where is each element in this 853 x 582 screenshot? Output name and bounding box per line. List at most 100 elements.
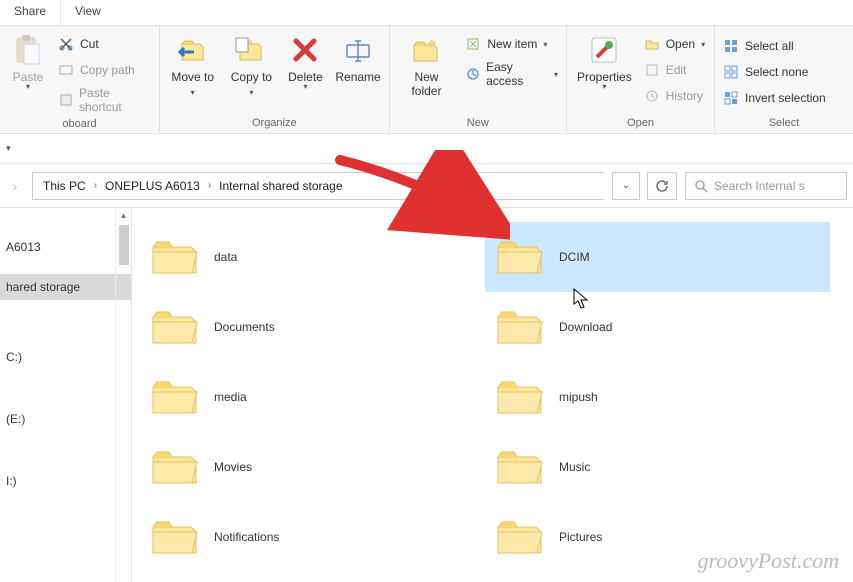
folder-item[interactable]: Download: [485, 292, 830, 362]
folder-label: data: [214, 250, 237, 264]
folder-icon: [495, 305, 545, 350]
copy-to-button[interactable]: Copy to ▾: [223, 28, 279, 102]
easy-access-button[interactable]: Easy access ▾: [461, 58, 562, 90]
scrollbar-thumb[interactable]: [119, 225, 129, 265]
cut-button[interactable]: Cut: [54, 32, 155, 56]
sidebar-item-storage[interactable]: hared storage: [0, 274, 131, 300]
tab-view[interactable]: View: [60, 0, 115, 25]
edit-button: Edit: [640, 58, 709, 82]
delete-button[interactable]: Delete ▾: [281, 28, 329, 93]
ribbon-group-clipboard: Paste ▾ Cut Copy path Paste shortcut obo…: [0, 26, 160, 133]
address-bar-row: › This PC› ONEPLUS A6013› Internal share…: [0, 164, 853, 208]
folder-item[interactable]: data: [140, 222, 485, 292]
crumb-this-pc[interactable]: This PC: [37, 173, 92, 199]
search-icon: [694, 179, 708, 193]
sidebar-item-drive-c[interactable]: C:): [0, 344, 131, 370]
folder-label: media: [214, 390, 247, 404]
folder-icon: [495, 515, 545, 560]
address-dropdown[interactable]: ⌄: [612, 172, 640, 200]
watermark: groovyPost.com: [697, 548, 839, 574]
folder-item[interactable]: DCIM: [485, 222, 830, 292]
nav-sidebar: A6013 hared storage C:) (E:) I:) ▴: [0, 208, 132, 582]
refresh-icon: [655, 179, 669, 193]
rename-button[interactable]: Rename: [331, 28, 384, 86]
ribbon-group-open: Properties ▾ Open ▾ Edit History Op: [567, 26, 715, 133]
sidebar-item-drive-i[interactable]: I:): [0, 468, 131, 494]
crumb-device[interactable]: ONEPLUS A6013: [99, 173, 206, 199]
chevron-right-icon[interactable]: ›: [206, 180, 213, 191]
folder-label: mipush: [559, 390, 598, 404]
invert-selection-button[interactable]: Invert selection: [719, 86, 830, 110]
edit-icon: [644, 62, 660, 78]
folder-icon: [495, 235, 545, 280]
folder-content: data DCIM Documents Download media mipush Movi…: [132, 208, 853, 582]
select-none-icon: [723, 64, 739, 80]
caret-down-icon: ▾: [303, 82, 307, 91]
folder-icon: [150, 445, 200, 490]
folder-icon: [150, 375, 200, 420]
copy-path-icon: [58, 62, 74, 78]
ribbon-group-select: Select all Select none Invert selection …: [715, 26, 853, 133]
folder-icon: [150, 235, 200, 280]
folder-label: DCIM: [559, 250, 590, 264]
search-input[interactable]: Search Internal s: [685, 172, 847, 200]
sidebar-scrollbar[interactable]: ▴: [115, 208, 131, 582]
quick-access-toolbar: ▾: [0, 134, 853, 164]
copy-path-button: Copy path: [54, 58, 155, 82]
sidebar-item-drive-e[interactable]: (E:): [0, 406, 131, 432]
sidebar-item-device[interactable]: A6013: [0, 234, 131, 260]
select-all-button[interactable]: Select all: [719, 34, 830, 58]
select-all-icon: [723, 38, 739, 54]
new-item-icon: [465, 36, 481, 52]
folder-item[interactable]: Documents: [140, 292, 485, 362]
new-folder-icon: [410, 32, 442, 68]
rename-icon: [344, 32, 372, 68]
properties-icon: [589, 32, 619, 68]
caret-down-icon: ▾: [602, 82, 606, 91]
folder-item[interactable]: Movies: [140, 432, 485, 502]
folder-icon: [150, 515, 200, 560]
folder-label: Movies: [214, 460, 252, 474]
folder-item[interactable]: Music: [485, 432, 830, 502]
ribbon-group-organize: Move to ▾ Copy to ▾ Delete ▾ Rename Orga…: [160, 26, 390, 133]
new-folder-button[interactable]: New folder: [394, 28, 460, 100]
move-to-button[interactable]: Move to ▾: [164, 28, 221, 102]
paste-shortcut-button: Paste shortcut: [54, 84, 155, 116]
refresh-button[interactable]: [647, 172, 677, 200]
history-button: History: [640, 84, 709, 108]
caret-down-icon: ▾: [191, 88, 195, 97]
folder-item[interactable]: mipush: [485, 362, 830, 432]
folder-label: Documents: [214, 320, 275, 334]
qat-dropdown[interactable]: ▾: [6, 143, 11, 154]
tab-share[interactable]: Share: [0, 0, 60, 25]
caret-down-icon: ▾: [543, 40, 547, 49]
select-none-button[interactable]: Select none: [719, 60, 830, 84]
scroll-up-icon[interactable]: ▴: [119, 208, 128, 223]
folder-item[interactable]: Notifications: [140, 502, 485, 572]
ribbon: Paste ▾ Cut Copy path Paste shortcut obo…: [0, 26, 853, 134]
chevron-right-icon[interactable]: ›: [92, 180, 99, 191]
address-bar[interactable]: This PC› ONEPLUS A6013› Internal shared …: [32, 172, 604, 200]
folder-icon: [150, 305, 200, 350]
ribbon-tabs: Share View: [0, 0, 853, 26]
folder-label: Notifications: [214, 530, 279, 544]
folder-icon: [495, 445, 545, 490]
copy-to-icon: [234, 32, 268, 68]
folder-item[interactable]: media: [140, 362, 485, 432]
crumb-storage[interactable]: Internal shared storage: [213, 173, 348, 199]
paste-shortcut-icon: [58, 92, 73, 108]
main-area: A6013 hared storage C:) (E:) I:) ▴ data D…: [0, 208, 853, 582]
move-to-icon: [176, 32, 210, 68]
open-button[interactable]: Open ▾: [640, 32, 709, 56]
new-item-button[interactable]: New item ▾: [461, 32, 562, 56]
easy-access-icon: [465, 66, 480, 82]
folder-label: Music: [559, 460, 590, 474]
open-icon: [644, 36, 660, 52]
history-icon: [644, 88, 660, 104]
properties-button[interactable]: Properties ▾: [571, 28, 638, 93]
paste-icon: [14, 32, 42, 68]
caret-down-icon: ▾: [701, 40, 705, 49]
delete-icon: [291, 32, 319, 68]
caret-down-icon: ▾: [249, 88, 253, 97]
paste-button: Paste ▾: [4, 28, 52, 93]
